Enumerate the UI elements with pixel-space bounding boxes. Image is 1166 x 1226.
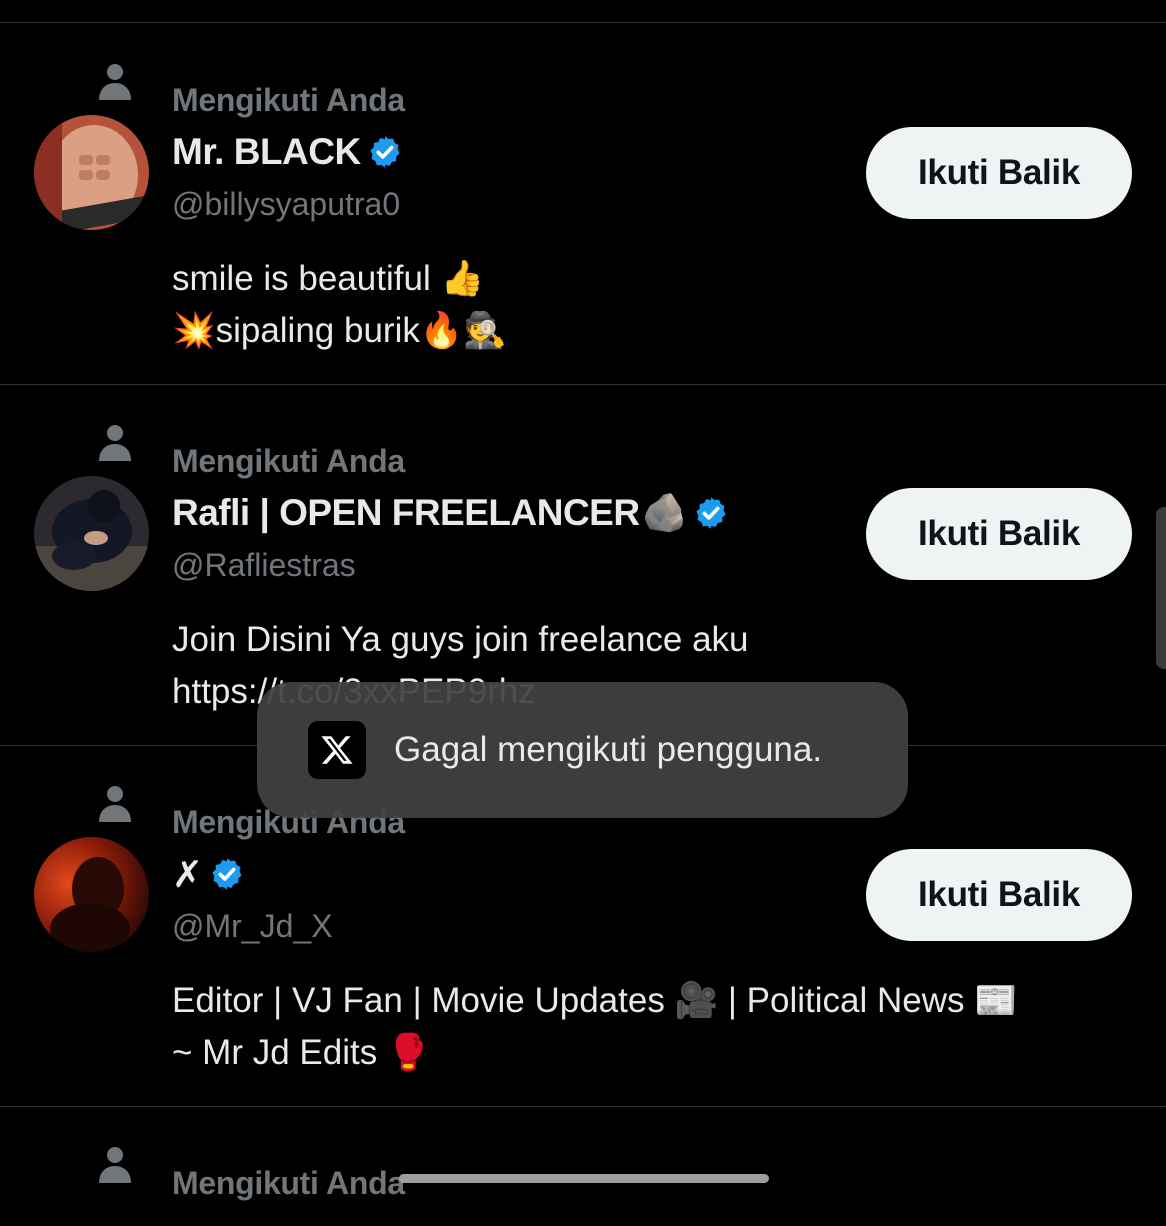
verified-badge-icon (211, 858, 242, 890)
person-icon (99, 425, 131, 461)
follows-you-label: Mengikuti Anda (172, 82, 405, 118)
verified-badge-icon (370, 136, 400, 168)
toast-message: Gagal mengikuti pengguna. (394, 730, 823, 769)
follow-back-button[interactable]: Ikuti Balik (866, 127, 1132, 219)
user-bio: smile is beautiful 👍 💥sipaling burik🔥🕵️ (172, 259, 508, 350)
display-name[interactable]: Rafli | OPEN FREELANCER (172, 492, 640, 534)
error-toast: Gagal mengikuti pengguna. (257, 682, 908, 818)
scrollbar-handle[interactable] (1156, 507, 1166, 669)
person-icon (99, 786, 131, 822)
x-logo-icon (308, 721, 366, 779)
user-bio: Editor | VJ Fan | Movie Updates 🎥 | Poli… (172, 981, 1018, 1072)
avatar[interactable] (34, 837, 149, 952)
list-item[interactable]: Mengikuti Anda (0, 1106, 1166, 1226)
user-handle: @billysyaputra0 (172, 186, 401, 222)
home-indicator[interactable] (399, 1174, 769, 1183)
person-icon (99, 64, 131, 100)
avatar[interactable] (34, 115, 149, 230)
follows-you-label: Mengikuti Anda (172, 443, 405, 479)
name-emoji: 🪨 (641, 491, 688, 533)
person-icon (99, 1147, 131, 1183)
follow-back-button[interactable]: Ikuti Balik (866, 849, 1132, 941)
avatar[interactable] (34, 476, 149, 591)
display-name[interactable]: Mr. BLACK (172, 131, 361, 173)
follows-you-label: Mengikuti Anda (172, 1165, 405, 1201)
verified-badge-icon (696, 497, 726, 529)
follow-back-button[interactable]: Ikuti Balik (866, 488, 1132, 580)
list-item[interactable]: Mengikuti Anda Mr. BLACK @billysyaputra0… (0, 23, 1166, 385)
user-handle: @Rafliestras (172, 547, 356, 583)
user-handle: @Mr_Jd_X (172, 908, 333, 944)
display-name[interactable]: ✗ (172, 853, 203, 896)
